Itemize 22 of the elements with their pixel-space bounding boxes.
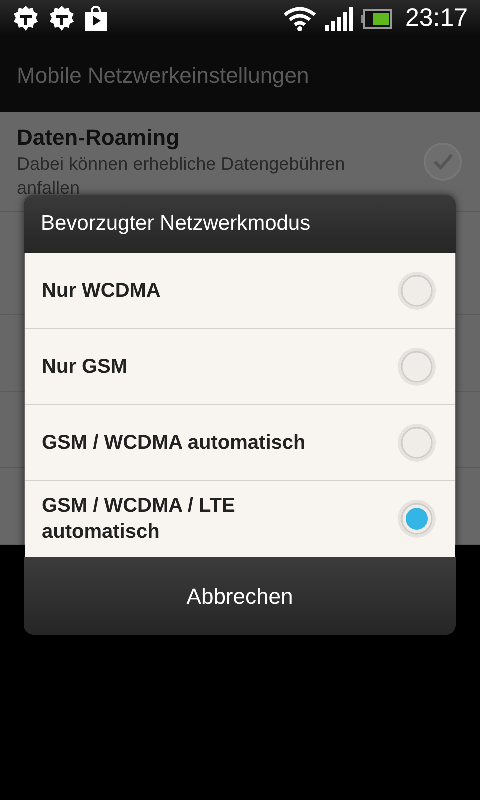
app-notification-icon — [12, 5, 40, 33]
radio-button[interactable] — [397, 422, 437, 462]
wifi-icon — [283, 6, 318, 32]
checkbox[interactable] — [423, 142, 463, 182]
setting-title: Daten-Roaming — [17, 124, 180, 152]
app-notification-icon — [48, 5, 76, 33]
option-row[interactable]: GSM / WCDMA automatisch — [25, 405, 455, 481]
battery-icon — [361, 9, 394, 29]
cancel-button[interactable]: Abbrechen — [24, 557, 456, 635]
radio-button[interactable] — [397, 499, 437, 539]
dialog-title: Bevorzugter Netzwerkmodus — [41, 211, 311, 238]
option-row[interactable]: Nur WCDMA — [25, 253, 455, 329]
store-bag-icon — [84, 6, 108, 32]
option-row[interactable]: Nur GSM — [25, 329, 455, 405]
option-row[interactable]: GSM / WCDMA / LTE automatisch — [25, 481, 455, 557]
radio-button[interactable] — [397, 270, 437, 310]
screen-title: Mobile Netzwerkeinstellungen — [17, 62, 310, 90]
signal-icon — [325, 7, 354, 31]
setting-summary: Dabei können erhebliche Datengebühren — [17, 153, 346, 176]
clock: 23:17 — [405, 3, 468, 34]
radio-button[interactable] — [397, 346, 437, 386]
setting-summary: anfallen — [17, 177, 80, 200]
